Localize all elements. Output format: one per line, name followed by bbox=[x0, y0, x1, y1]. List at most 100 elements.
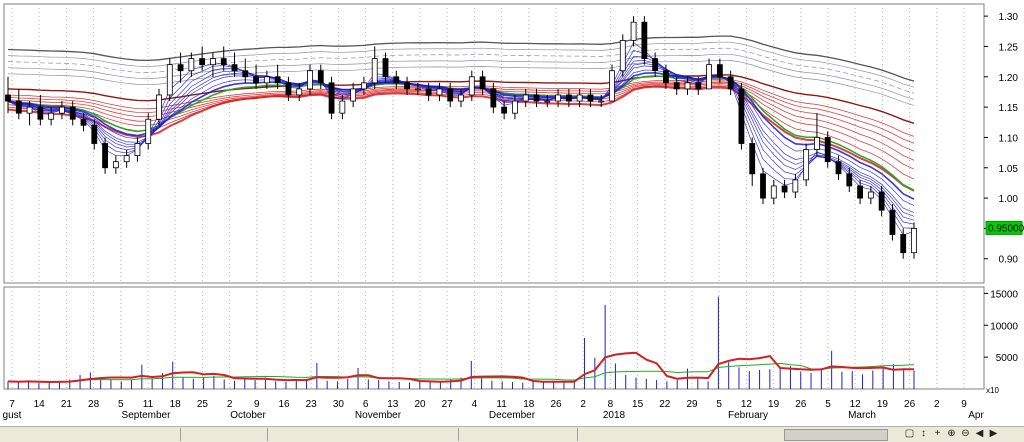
month-label: February bbox=[728, 410, 768, 421]
y-tick-label: 1.10 bbox=[999, 133, 1019, 144]
y-tick-label: 1.05 bbox=[999, 164, 1019, 175]
x-tick-label: 11 bbox=[143, 399, 154, 410]
sheet-tab[interactable] bbox=[0, 428, 181, 441]
candle-body bbox=[5, 94, 11, 102]
candle-body bbox=[339, 100, 346, 114]
candle-body bbox=[738, 88, 745, 144]
x-tick-label: 9 bbox=[254, 399, 260, 410]
candle-body bbox=[619, 39, 626, 72]
y-tick-label: 1.25 bbox=[999, 42, 1019, 53]
candle-body bbox=[37, 106, 44, 120]
candle-body bbox=[824, 137, 831, 163]
candle-body bbox=[382, 58, 389, 78]
candle-body bbox=[609, 70, 615, 102]
candle-body bbox=[425, 88, 432, 96]
candle-body bbox=[878, 191, 885, 211]
candle-body bbox=[285, 82, 292, 96]
volume-y-tick-label: 5000 bbox=[996, 353, 1019, 364]
horizontal-scrollbar[interactable] bbox=[784, 429, 888, 441]
candle-body bbox=[414, 88, 421, 91]
y-tick-label: 1.15 bbox=[999, 103, 1019, 114]
sheet-tab[interactable] bbox=[181, 428, 268, 441]
scroll-right-icon[interactable]: ▶ bbox=[988, 427, 999, 441]
chart-nav-buttons: ▢ ↕ + ⊕ ⊖ ◀ ▶ bbox=[904, 427, 999, 441]
move-updown-icon[interactable]: ↕ bbox=[918, 427, 929, 441]
candle-body bbox=[630, 21, 637, 41]
candle-body bbox=[350, 88, 357, 102]
x-tick-label: 13 bbox=[387, 399, 399, 410]
candle-body bbox=[781, 185, 788, 193]
sheet-tab[interactable] bbox=[459, 428, 578, 441]
candle-body bbox=[555, 94, 561, 102]
x-tick-label: 19 bbox=[877, 399, 889, 410]
month-label: December bbox=[489, 410, 536, 421]
candle-body bbox=[846, 173, 853, 187]
month-label: 2018 bbox=[603, 410, 626, 421]
x-tick-label: 23 bbox=[306, 399, 318, 410]
x-tick-label: 12 bbox=[850, 399, 862, 410]
x-tick-label: 5 bbox=[118, 399, 124, 410]
candle-body bbox=[522, 94, 529, 102]
x-tick-label: 9 bbox=[961, 399, 967, 410]
x-tick-label: 27 bbox=[442, 399, 454, 410]
candle-body bbox=[490, 88, 497, 108]
candle-body bbox=[716, 64, 723, 78]
candle-body bbox=[447, 88, 454, 102]
candle-body bbox=[576, 94, 583, 102]
month-label: March bbox=[848, 410, 876, 421]
month-label: gust bbox=[3, 410, 22, 421]
sheet-tab[interactable] bbox=[268, 428, 459, 441]
candle-body bbox=[199, 58, 206, 66]
scroll-left-icon[interactable]: ◀ bbox=[974, 427, 985, 441]
candle-body bbox=[112, 161, 119, 169]
volume-y-tick-label: 10000 bbox=[990, 321, 1018, 332]
y-tick-label: 0.90 bbox=[999, 255, 1019, 266]
x-tick-label: 5 bbox=[716, 399, 722, 410]
candle-body bbox=[501, 106, 508, 114]
candle-body bbox=[263, 76, 270, 84]
sheet-tabs bbox=[0, 427, 578, 442]
page-icon[interactable]: ▢ bbox=[904, 427, 915, 441]
candle-body bbox=[188, 58, 195, 72]
month-label: Apr bbox=[968, 410, 984, 421]
bottom-toolbar: ▢ ↕ + ⊕ ⊖ ◀ ▶ bbox=[0, 426, 1024, 442]
candle-body bbox=[59, 106, 65, 114]
volume-scale-label: x10 bbox=[986, 386, 999, 395]
candle-body bbox=[458, 94, 464, 102]
candle-body bbox=[684, 82, 691, 90]
x-tick-label: 19 bbox=[768, 399, 780, 410]
candle-body bbox=[102, 143, 108, 169]
candle-body bbox=[80, 118, 87, 126]
x-tick-label: 30 bbox=[333, 399, 345, 410]
x-tick-label: 25 bbox=[197, 399, 209, 410]
candle-body bbox=[296, 88, 303, 96]
current-price-label: 0.95000 bbox=[988, 223, 1024, 234]
x-tick-label: 29 bbox=[686, 399, 698, 410]
candle-body bbox=[544, 100, 551, 103]
candle-body bbox=[231, 64, 238, 72]
candle-body bbox=[760, 173, 766, 199]
plus-icon[interactable]: + bbox=[932, 427, 943, 441]
zoom-in-icon[interactable]: ⊕ bbox=[946, 427, 957, 441]
candle-body bbox=[727, 76, 734, 90]
candle-body bbox=[749, 143, 756, 175]
candle-body bbox=[307, 70, 313, 90]
x-tick-label: 18 bbox=[523, 399, 535, 410]
candle-body bbox=[803, 149, 810, 181]
x-tick-label: 16 bbox=[278, 399, 290, 410]
candle-body bbox=[274, 76, 281, 84]
candle-body bbox=[565, 94, 572, 102]
candle-body bbox=[889, 209, 896, 235]
x-tick-label: 5 bbox=[825, 399, 831, 410]
candle-body bbox=[857, 185, 863, 199]
x-tick-label: 7 bbox=[9, 399, 15, 410]
x-tick-label: 11 bbox=[496, 399, 507, 410]
candle-body bbox=[835, 161, 842, 175]
candle-body bbox=[48, 112, 55, 120]
candle-body bbox=[512, 100, 518, 114]
y-tick-label: 1.20 bbox=[999, 73, 1019, 84]
month-label: October bbox=[230, 410, 266, 421]
month-label: November bbox=[355, 410, 402, 421]
x-tick-label: 26 bbox=[904, 399, 916, 410]
zoom-out-icon[interactable]: ⊖ bbox=[960, 427, 971, 441]
